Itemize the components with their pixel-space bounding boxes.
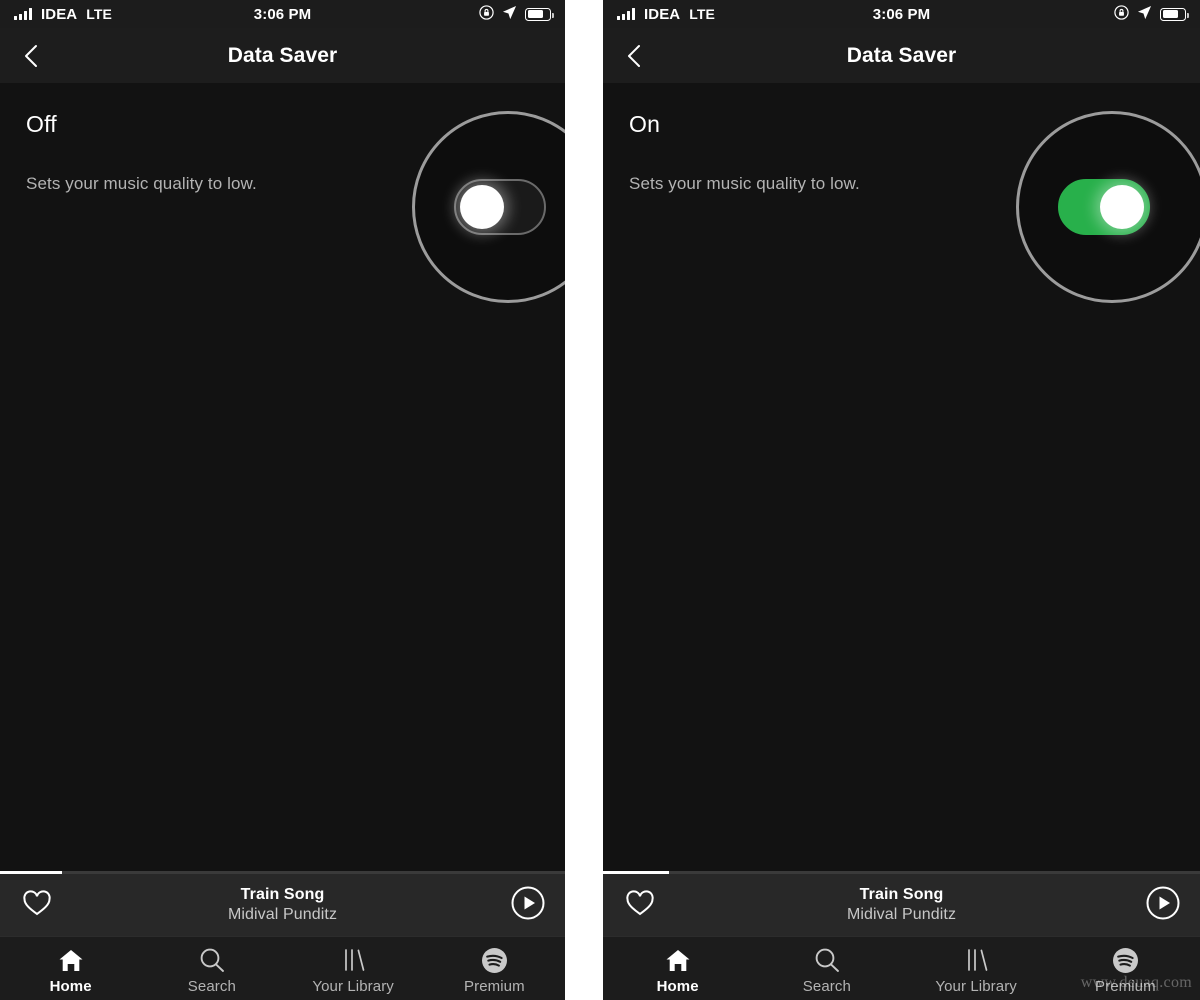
data-saver-toggle[interactable] (1058, 179, 1150, 235)
playback-progress-bar[interactable] (603, 871, 1200, 874)
play-circle-icon (511, 886, 545, 925)
tab-premium[interactable]: Premium (1051, 937, 1200, 1000)
page-title: Data Saver (846, 43, 957, 67)
play-button[interactable] (1126, 886, 1200, 925)
tab-bar: Home Search Your Library Premium (603, 936, 1200, 1000)
status-bar-left: IDEA LTE (14, 6, 112, 23)
library-icon (962, 946, 990, 974)
rotation-lock-icon (479, 4, 494, 24)
play-button[interactable] (491, 886, 565, 925)
tab-your-library-label: Your Library (935, 978, 1017, 995)
tab-your-library-label: Your Library (312, 978, 394, 995)
now-playing-meta: Train Song Midival Punditz (74, 885, 491, 925)
chevron-left-icon (20, 43, 42, 69)
back-button[interactable] (621, 43, 647, 69)
network-label: LTE (689, 6, 715, 22)
search-icon (814, 946, 840, 974)
library-icon (339, 946, 367, 974)
chevron-left-icon (623, 43, 645, 69)
tab-search-label: Search (187, 978, 236, 995)
now-playing-meta: Train Song Midival Punditz (677, 885, 1126, 925)
tab-home[interactable]: Home (0, 937, 141, 1000)
tab-home-label: Home (656, 978, 699, 995)
tab-home-label: Home (49, 978, 92, 995)
data-saver-state-label: On (629, 111, 661, 137)
track-title: Train Song (859, 886, 944, 904)
track-artist: Midival Punditz (846, 906, 957, 923)
phone-panel-right: IDEA LTE 3:06 PM Data Saver On Sets your… (603, 0, 1200, 1000)
status-bar: IDEA LTE 3:06 PM (0, 0, 565, 28)
phone-panel-left: IDEA LTE 3:06 PM Data Saver Off Sets you… (0, 0, 565, 1000)
status-bar-left: IDEA LTE (617, 6, 715, 23)
like-button[interactable] (603, 889, 677, 922)
panel-divider (565, 0, 603, 1000)
nav-bar: Data Saver (603, 28, 1200, 83)
rotation-lock-icon (1114, 4, 1129, 24)
spotify-logo-icon (1112, 946, 1139, 974)
status-bar-right (479, 4, 554, 24)
tab-your-library[interactable]: Your Library (902, 937, 1051, 1000)
spotify-logo-icon (481, 946, 508, 974)
data-saver-state-label: Off (26, 111, 57, 137)
like-button[interactable] (0, 889, 74, 922)
tab-your-library[interactable]: Your Library (283, 937, 424, 1000)
network-label: LTE (86, 6, 112, 22)
tab-premium-label: Premium (464, 978, 525, 995)
tab-search[interactable]: Search (752, 937, 901, 1000)
status-bar-right (1114, 4, 1189, 24)
heart-outline-icon (22, 889, 52, 922)
back-button[interactable] (18, 43, 44, 69)
tab-premium[interactable]: Premium (424, 937, 565, 1000)
nav-bar: Data Saver (0, 28, 565, 83)
toggle-knob (460, 185, 504, 229)
signal-bars-icon (617, 8, 635, 20)
data-saver-description: Sets your music quality to low. (629, 174, 860, 193)
tab-search-label: Search (802, 978, 851, 995)
status-bar: IDEA LTE 3:06 PM (603, 0, 1200, 28)
track-artist: Midival Punditz (227, 906, 338, 923)
home-icon (665, 946, 691, 974)
page-title: Data Saver (227, 43, 338, 67)
mini-player[interactable]: Train Song Midival Punditz (603, 871, 1200, 936)
track-title: Train Song (240, 886, 325, 904)
battery-icon (525, 7, 554, 21)
tab-premium-label: Premium (1095, 978, 1156, 995)
play-circle-icon (1146, 886, 1180, 925)
playback-progress-bar[interactable] (0, 871, 565, 874)
tab-home[interactable]: Home (603, 937, 752, 1000)
mini-player[interactable]: Train Song Midival Punditz (0, 871, 565, 936)
signal-bars-icon (14, 8, 32, 20)
carrier-label: IDEA (644, 5, 681, 23)
comparison-screenshot: IDEA LTE 3:06 PM Data Saver Off Sets you… (0, 0, 1200, 1000)
data-saver-description: Sets your music quality to low. (26, 174, 257, 193)
tab-bar: Home Search Your Library Premium (0, 936, 565, 1000)
toggle-knob (1100, 185, 1144, 229)
location-arrow-icon (1137, 5, 1152, 24)
data-saver-toggle[interactable] (454, 179, 546, 235)
battery-icon (1160, 7, 1189, 21)
search-icon (199, 946, 225, 974)
heart-outline-icon (625, 889, 655, 922)
home-icon (58, 946, 84, 974)
tab-search[interactable]: Search (141, 937, 282, 1000)
carrier-label: IDEA (41, 5, 78, 23)
location-arrow-icon (502, 5, 517, 24)
